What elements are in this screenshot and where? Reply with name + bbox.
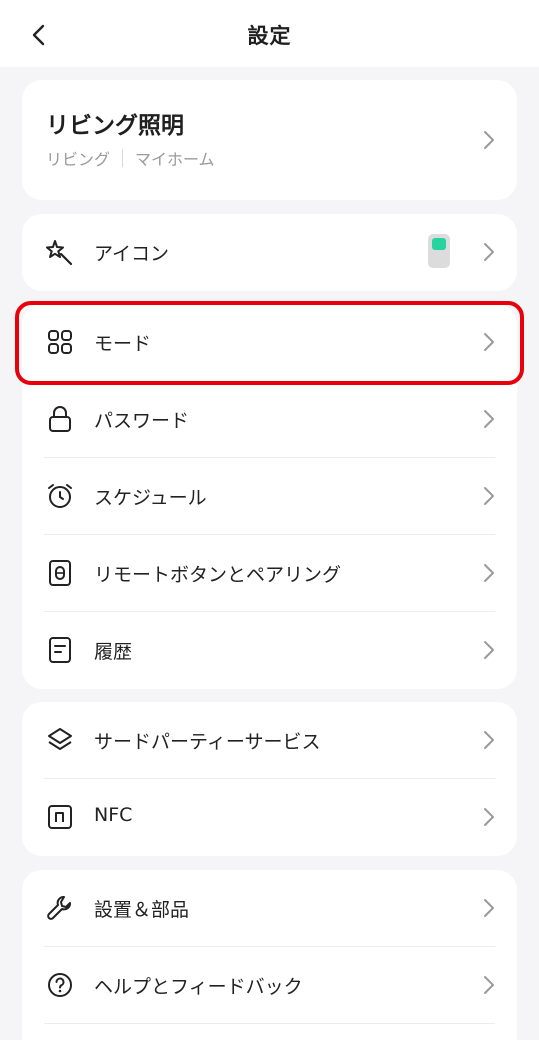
device-room: リビング: [46, 150, 111, 169]
chevron-right-icon: [484, 731, 494, 749]
device-info-card[interactable]: リビング照明 リビング マイホーム: [22, 80, 517, 200]
settings-item-icon[interactable]: アイコン: [22, 214, 517, 291]
settings-item-label: モード: [94, 333, 152, 355]
meta-divider: [122, 149, 124, 167]
settings-item-label: アイコン: [94, 243, 170, 265]
settings-item-label: リモートボタンとペアリング: [94, 564, 342, 586]
settings-item-history[interactable]: 履歴: [22, 612, 517, 689]
settings-item-mode[interactable]: モード: [22, 304, 517, 381]
settings-item-nfc[interactable]: NFC: [22, 779, 517, 856]
alarm-clock-icon: [46, 482, 74, 510]
help-icon: [46, 971, 74, 999]
settings-item-help-feedback[interactable]: ヘルプとフィードバック: [22, 947, 517, 1024]
settings-item-installation-parts[interactable]: 設置＆部品: [22, 870, 517, 947]
lock-icon: [46, 405, 74, 433]
lamp-led: [432, 238, 446, 250]
settings-item-label: ヘルプとフィードバック: [94, 976, 303, 998]
chevron-right-icon: [484, 899, 494, 917]
device-location: リビング マイホーム: [46, 146, 215, 170]
app-header: 設定: [0, 0, 539, 67]
device-functions-card: モード パスワード スケジュール リモートボタンとペアリング 履歴: [22, 304, 517, 689]
settings-item-label: パスワード: [94, 410, 190, 432]
support-card: 設置＆部品 ヘルプとフィードバック: [22, 870, 517, 1040]
chevron-right-icon: [484, 808, 494, 826]
remote-icon: [46, 559, 74, 587]
layers-icon: [46, 726, 74, 754]
lamp-thumbnail: [428, 234, 450, 268]
settings-item-third-party[interactable]: サードパーティーサービス: [22, 702, 517, 779]
chevron-right-icon: [484, 333, 494, 351]
icon-settings-card: アイコン: [22, 214, 517, 291]
settings-item-label: NFC: [94, 804, 133, 826]
settings-item-password[interactable]: パスワード: [22, 381, 517, 458]
settings-item-remote-pairing[interactable]: リモートボタンとペアリング: [22, 535, 517, 612]
settings-item-label: サードパーティーサービス: [94, 731, 321, 753]
wrench-icon: [46, 894, 74, 922]
nfc-icon: [46, 803, 74, 831]
chevron-right-icon: [484, 641, 494, 659]
chevron-right-icon: [484, 131, 494, 149]
integrations-card: サードパーティーサービス NFC: [22, 702, 517, 856]
settings-item-label: 履歴: [94, 641, 133, 663]
magic-wand-icon: [46, 238, 74, 266]
chevron-right-icon: [484, 243, 494, 261]
device-home: マイホーム: [135, 150, 215, 169]
settings-item-label: 設置＆部品: [94, 899, 190, 921]
chevron-right-icon: [484, 487, 494, 505]
chevron-right-icon: [484, 976, 494, 994]
chevron-right-icon: [484, 410, 494, 428]
page-title: 設定: [247, 24, 292, 48]
chevron-right-icon: [484, 564, 494, 582]
document-icon: [46, 636, 74, 664]
device-name: リビング照明: [46, 113, 184, 139]
settings-item-label: スケジュール: [94, 487, 207, 509]
settings-item-schedule[interactable]: スケジュール: [22, 458, 517, 535]
grid-icon: [46, 328, 74, 356]
